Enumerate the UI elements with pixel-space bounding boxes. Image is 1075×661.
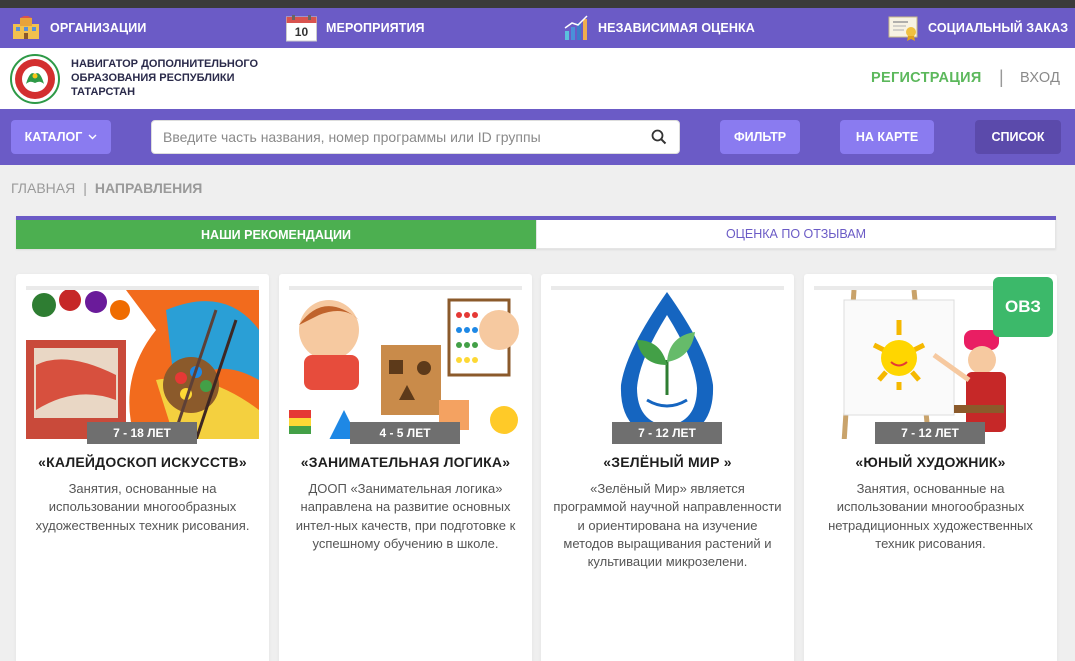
age-badge: 7 - 12 ЛЕТ — [875, 422, 985, 444]
login-link[interactable]: ВХОД — [1020, 70, 1060, 86]
chevron-down-icon — [88, 134, 97, 140]
auth-separator: | — [999, 67, 1004, 87]
age-badge: 7 - 12 ЛЕТ — [612, 422, 722, 444]
certificate-icon — [888, 16, 918, 41]
top-nav: ОРГАНИЗАЦИИ 10 МЕРОПРИЯТИЯ НЕЗАВИСИМАЯ О… — [0, 8, 1075, 48]
card-title[interactable]: «КАЛЕЙДОСКОП ИСКУССТВ» — [16, 454, 269, 470]
breadcrumb-separator: | — [83, 180, 87, 196]
card-description: ДООП «Занимательная логика» направлена н… — [295, 481, 516, 551]
age-badge: 7 - 18 ЛЕТ — [87, 422, 197, 444]
breadcrumb: ГЛАВНАЯ | НАПРАВЛЕНИЯ — [11, 180, 202, 196]
breadcrumb-home[interactable]: ГЛАВНАЯ — [11, 180, 75, 196]
card-title[interactable]: «ЗАНИМАТЕЛЬНАЯ ЛОГИКА» — [279, 454, 532, 470]
card-description: Занятия, основанные на использовании мно… — [35, 481, 250, 533]
tab-reviews-rating[interactable]: ОЦЕНКА ПО ОТЗЫВАМ — [536, 220, 1056, 249]
search-field[interactable] — [151, 120, 680, 154]
browser-top-strip — [0, 0, 1075, 8]
nav-social-order-label: СОЦИАЛЬНЫЙ ЗАКАЗ — [928, 21, 1069, 35]
chart-icon — [564, 15, 588, 40]
card-description: Занятия, основанные на использовании мно… — [828, 481, 1033, 551]
recommendation-tabs: НАШИ РЕКОМЕНДАЦИИ ОЦЕНКА ПО ОТЗЫВАМ — [16, 216, 1056, 249]
nav-organizations-label: ОРГАНИЗАЦИИ — [50, 21, 147, 35]
nav-independent-assessment[interactable]: НЕЗАВИСИМАЯ ОЦЕНКА — [563, 8, 755, 48]
brand-title: НАВИГАТОР ДОПОЛНИТЕЛЬНОГО ОБРАЗОВАНИЯ РЕ… — [71, 58, 259, 98]
program-card[interactable]: 7 - 12 ЛЕТ «ЗЕЛЁНЫЙ МИР » «Зелёный Мир» … — [541, 274, 794, 661]
search-icon[interactable] — [651, 129, 667, 145]
age-badge: 4 - 5 ЛЕТ — [350, 422, 460, 444]
ovz-badge: ОВЗ — [993, 277, 1053, 337]
catalog-label: КАТАЛОГ — [24, 130, 83, 144]
calendar-icon: 10 — [286, 14, 317, 42]
nav-independent-assessment-label: НЕЗАВИСИМАЯ ОЦЕНКА — [598, 21, 755, 35]
tab-recommendations[interactable]: НАШИ РЕКОМЕНДАЦИИ — [16, 220, 536, 249]
list-button[interactable]: СПИСОК — [975, 120, 1061, 154]
map-button[interactable]: НА КАРТЕ — [840, 120, 934, 154]
buildings-icon — [13, 16, 39, 39]
card-title[interactable]: «ЮНЫЙ ХУДОЖНИК» — [804, 454, 1057, 470]
program-image-green-world-logo — [551, 286, 784, 439]
search-input[interactable] — [152, 121, 642, 153]
program-card[interactable]: 4 - 5 ЛЕТ «ЗАНИМАТЕЛЬНАЯ ЛОГИКА» ДООП «З… — [279, 274, 532, 661]
nav-events-label: МЕРОПРИЯТИЯ — [326, 21, 425, 35]
program-image-logic-toys — [289, 286, 522, 439]
tatarstan-emblem-logo[interactable] — [10, 54, 60, 104]
program-card[interactable]: 7 - 18 ЛЕТ «КАЛЕЙДОСКОП ИСКУССТВ» Заняти… — [16, 274, 269, 661]
filter-button[interactable]: ФИЛЬТР — [720, 120, 800, 154]
calendar-day: 10 — [294, 24, 309, 39]
card-title[interactable]: «ЗЕЛЁНЫЙ МИР » — [541, 454, 794, 470]
program-image-art-supplies — [26, 286, 259, 439]
breadcrumb-current: НАПРАВЛЕНИЯ — [94, 180, 203, 196]
nav-social-order[interactable]: СОЦИАЛЬНЫЙ ЗАКАЗ — [888, 8, 1068, 48]
nav-organizations[interactable]: ОРГАНИЗАЦИИ — [11, 8, 146, 48]
nav-events[interactable]: 10 МЕРОПРИЯТИЯ — [286, 8, 425, 48]
card-description: «Зелёный Мир» является программой научно… — [553, 481, 782, 570]
register-link[interactable]: РЕГИСТРАЦИЯ — [871, 70, 982, 86]
catalog-button[interactable]: КАТАЛОГ — [11, 120, 111, 154]
